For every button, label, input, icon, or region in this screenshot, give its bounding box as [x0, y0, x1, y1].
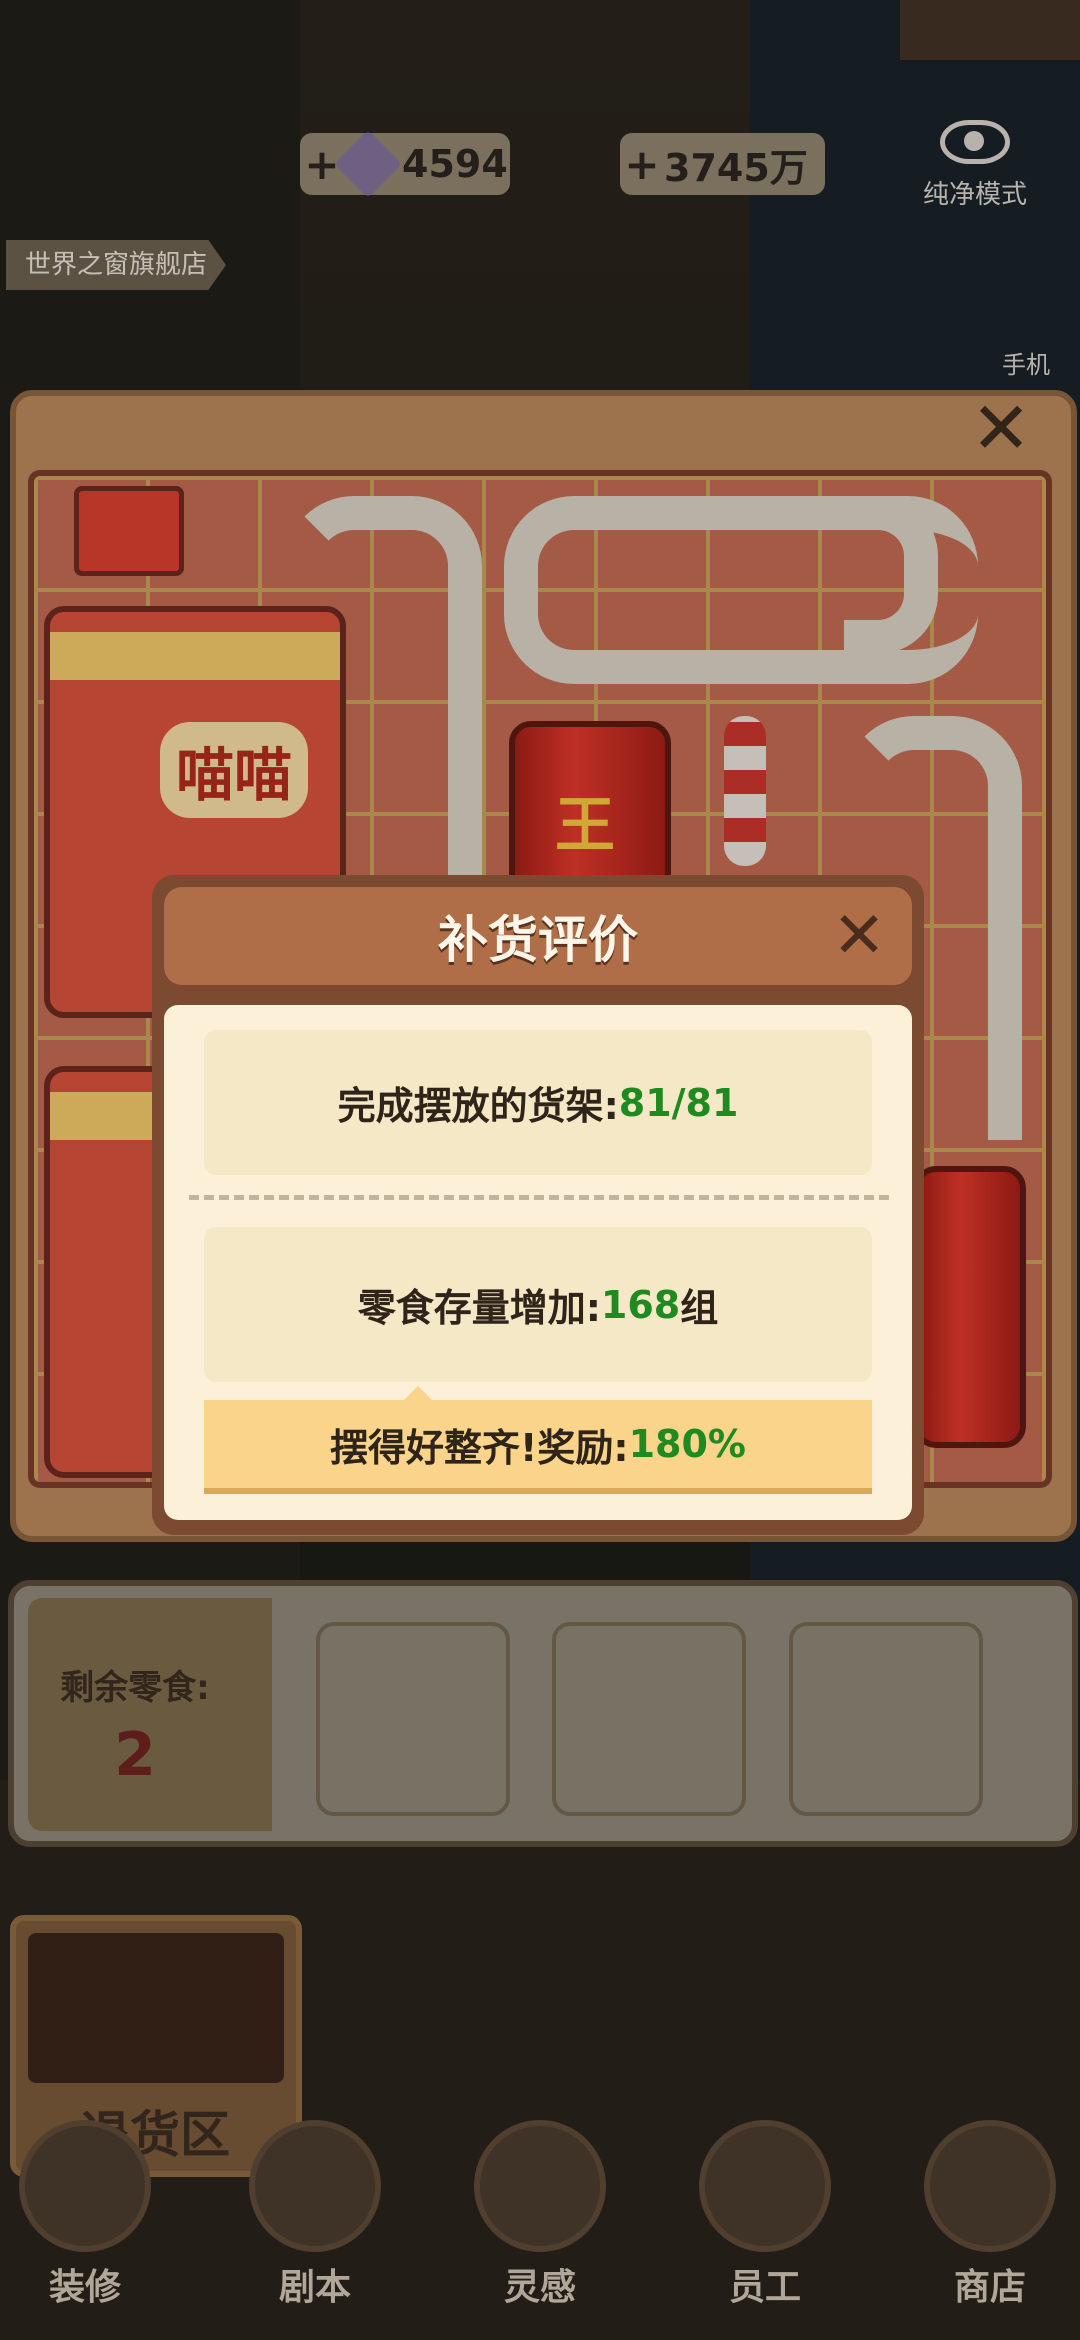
- snack-increase-label: 零食存量增加:: [357, 1286, 601, 1330]
- bonus-value: 180%: [628, 1422, 746, 1466]
- ribbon-notch: [404, 1386, 432, 1400]
- bonus-ribbon: 摆得好整齐!奖励: 180%: [204, 1386, 872, 1494]
- dialog-title: 补货评价: [438, 911, 638, 969]
- shelves-completed-card: 完成摆放的货架: 81/81: [204, 1030, 872, 1175]
- snack-increase-value: 168: [600, 1282, 681, 1327]
- shelves-completed-value: 81/81: [618, 1080, 739, 1125]
- dashed-divider: [189, 1195, 889, 1200]
- snack-increase-card: 零食存量增加: 168 组: [204, 1227, 872, 1382]
- dialog-header: 补货评价 ✕: [164, 887, 912, 985]
- dialog-body: 完成摆放的货架: 81/81 零食存量增加: 168 组 摆得好整齐!奖励: 180%: [164, 1005, 912, 1520]
- bonus-label: 摆得好整齐!奖励:: [330, 1425, 629, 1470]
- dialog-close-icon[interactable]: ✕: [824, 901, 894, 971]
- restock-evaluation-dialog: 补货评价 ✕ 完成摆放的货架: 81/81 零食存量增加: 168 组 摆得好整齐!奖…: [152, 875, 924, 1535]
- snack-increase-unit: 组: [680, 1286, 719, 1330]
- shelves-completed-label: 完成摆放的货架:: [337, 1084, 619, 1128]
